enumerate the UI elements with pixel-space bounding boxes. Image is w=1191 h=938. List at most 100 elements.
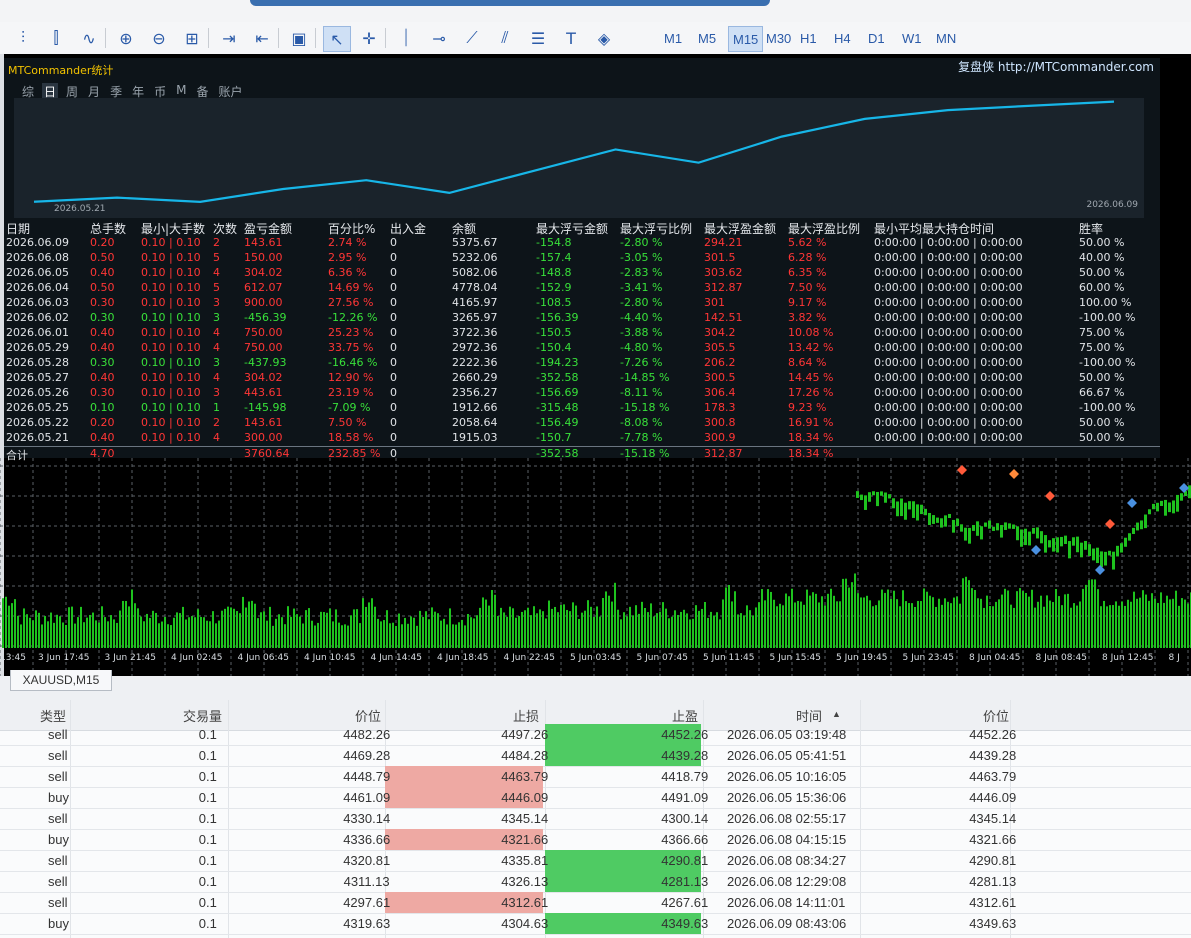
trendline-icon[interactable]: ⟋ — [459, 26, 485, 50]
active-window-tab[interactable] — [250, 0, 770, 6]
timeframe-m1[interactable]: M1 — [660, 26, 686, 50]
timeframe-h4[interactable]: H4 — [830, 26, 855, 50]
volume-bar — [1127, 599, 1129, 648]
volume-bar — [926, 591, 928, 648]
order-cell-price: 4330.14 — [343, 811, 391, 826]
stats-cell-win: 60.00 % — [1079, 281, 1125, 294]
volume-bar — [1133, 591, 1135, 648]
line-chart-icon[interactable]: ∿ — [76, 26, 102, 50]
orders-header-cell[interactable]: 止盈 — [672, 706, 698, 725]
volume-bar — [344, 624, 346, 648]
grid-icon[interactable]: ⊞ — [179, 26, 205, 50]
trade-marker[interactable] — [1127, 498, 1137, 508]
order-row[interactable]: sell 0.1 4311.13 4326.13 4281.13 2026.06.08 1… — [0, 871, 1191, 893]
candles-icon[interactable]: ⫿ — [43, 26, 69, 50]
volume-bar — [728, 584, 730, 648]
volume-bar — [407, 623, 409, 648]
crosshair-icon[interactable]: ✛ — [356, 26, 382, 50]
orders-header-cell[interactable]: 交易量 — [183, 706, 222, 725]
chart-shift-icon[interactable]: ⇤ — [249, 26, 275, 50]
stats-cell-minmax: 0.10 | 0.10 — [141, 431, 201, 444]
fibonacci-icon[interactable]: ☰ — [525, 26, 551, 50]
zoom-in-icon[interactable]: ⊕ — [113, 26, 139, 50]
stats-cell-pnl: 143.61 — [244, 416, 283, 429]
volume-bar — [959, 603, 961, 648]
volume-bar — [1019, 588, 1021, 648]
order-row[interactable]: sell 0.1 4330.14 4345.14 4300.14 2026.06.08 0… — [0, 808, 1191, 830]
volume-bar — [113, 619, 115, 648]
timeframe-m15[interactable]: M15 — [728, 26, 764, 52]
volume-bar — [281, 617, 283, 648]
screenshot-icon[interactable]: ▣ — [286, 26, 312, 50]
volume-bar — [686, 613, 688, 648]
orders-header-cell[interactable]: 止损 — [513, 706, 539, 725]
timeframe-m30[interactable]: M30 — [762, 26, 795, 50]
chart-area[interactable]: 13:45 3 Jun 17:45 3 Jun 21:45 4 Jun 02:45 4 … — [0, 54, 1191, 676]
volume-bar — [389, 623, 391, 648]
order-row[interactable]: sell 0.1 4482.26 4497.26 4452.26 2026.06.05 0… — [0, 724, 1191, 746]
panel-brand-link[interactable]: 复盘侠 http://MTCommander.com — [958, 58, 1154, 75]
bar-chart-icon[interactable]: ⫶ — [10, 26, 36, 50]
orders-header-cell[interactable]: 时间 — [796, 706, 822, 725]
stats-cell-win: -100.00 % — [1079, 356, 1136, 369]
sort-ascending-icon[interactable]: ▲ — [832, 709, 841, 719]
timeframe-d1[interactable]: D1 — [864, 26, 889, 50]
order-cell-sl: 4463.79 — [501, 769, 549, 784]
stats-cell-date: 2026.05.25 — [6, 401, 69, 414]
candle — [1096, 547, 1099, 564]
volume-bar — [35, 610, 37, 648]
timeframe-mn[interactable]: MN — [932, 26, 960, 50]
order-row[interactable]: buy 0.1 4461.09 4446.09 4491.09 2026.06.05 15… — [0, 787, 1191, 809]
candle — [896, 501, 899, 517]
volume-bar — [755, 607, 757, 648]
cursor-icon[interactable]: ↖ — [323, 26, 351, 52]
text-icon[interactable]: T — [558, 26, 584, 50]
summary-cell-mfl: -352.58 — [536, 447, 579, 460]
volume-bar — [302, 623, 304, 648]
candle — [1080, 542, 1083, 558]
stats-cell-mfl: -352.58 — [536, 371, 579, 384]
trade-marker[interactable] — [1045, 491, 1055, 501]
orders-header-cell[interactable]: 类型 — [40, 706, 66, 725]
price-chart[interactable] — [0, 458, 1191, 676]
timeframe-h1[interactable]: H1 — [796, 26, 821, 50]
order-row[interactable]: sell 0.1 4297.61 4312.61 4267.61 2026.06.08 1… — [0, 892, 1191, 914]
stats-header-cell: 总手数 — [90, 222, 127, 236]
horizontal-line-icon[interactable]: ⊸ — [426, 26, 452, 50]
trade-marker[interactable] — [1105, 519, 1115, 529]
vertical-line-icon[interactable]: ⏐ — [393, 26, 419, 50]
orders-header-cell[interactable]: 价位 — [355, 706, 381, 725]
timeframe-m5[interactable]: M5 — [694, 26, 720, 50]
order-row[interactable]: sell 0.1 4448.79 4463.79 4418.79 2026.06.05 1… — [0, 766, 1191, 788]
time-axis-label: 3 Jun 21:45 — [104, 653, 156, 663]
trade-marker[interactable] — [1031, 545, 1041, 555]
candle — [868, 492, 871, 502]
order-row[interactable]: sell 0.1 4320.81 4335.81 4290.81 2026.06.08 0… — [0, 850, 1191, 872]
zoom-out-icon[interactable]: ⊖ — [146, 26, 172, 50]
channel-icon[interactable]: ⫽ — [492, 26, 518, 50]
order-row[interactable]: buy 0.1 4319.63 4304.63 4349.63 2026.06.09 08… — [0, 913, 1191, 935]
candle — [960, 524, 963, 532]
shapes-icon[interactable]: ◈ — [591, 26, 617, 50]
volume-bar — [881, 589, 883, 648]
stats-cell-io: 0 — [390, 341, 397, 354]
candle — [1164, 499, 1167, 516]
volume-bar — [566, 609, 568, 648]
order-row[interactable]: buy 0.1 4336.66 4321.66 4366.66 2026.06.08 04… — [0, 829, 1191, 851]
volume-bar — [578, 618, 580, 648]
orders-header-cell[interactable]: 价位 — [983, 706, 1009, 725]
trade-marker[interactable] — [957, 465, 967, 475]
volume-bar — [446, 624, 448, 648]
order-row[interactable]: sell 0.1 4469.28 4484.28 4439.28 2026.06.05 0… — [0, 745, 1191, 767]
trade-marker[interactable] — [1095, 565, 1105, 575]
timeframe-w1[interactable]: W1 — [898, 26, 926, 50]
volume-bar — [530, 615, 532, 648]
stats-cell-count: 4 — [213, 341, 220, 354]
time-axis-label: 5 Jun 07:45 — [636, 653, 688, 663]
autoscroll-icon[interactable]: ⇥ — [216, 26, 242, 50]
symbol-tab[interactable]: XAUUSD,M15 — [10, 670, 112, 691]
volume-bar — [5, 596, 7, 648]
stats-header-cell: 次数 — [213, 222, 238, 236]
volume-bar — [962, 578, 964, 648]
trade-marker[interactable] — [1009, 469, 1019, 479]
